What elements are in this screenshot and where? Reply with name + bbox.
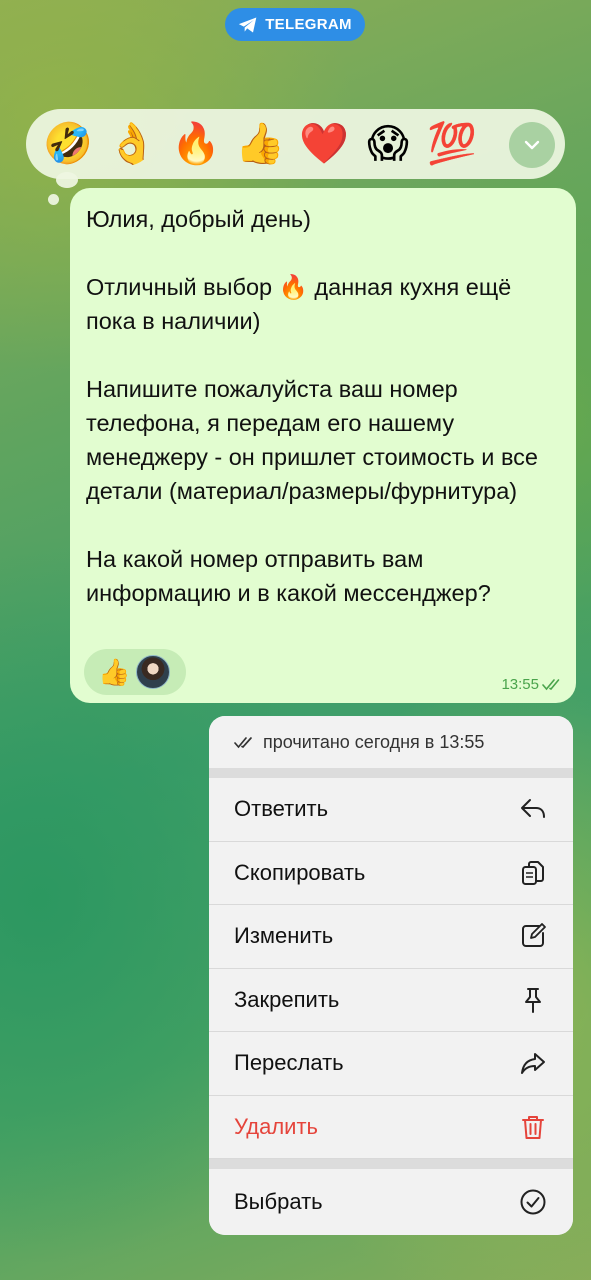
menu-item-select[interactable]: Выбрать — [209, 1169, 573, 1235]
double-check-icon — [542, 679, 560, 691]
select-check-icon — [519, 1188, 547, 1216]
message-time: 13:55 — [501, 676, 539, 693]
reaction-rolling-laughing[interactable]: 🤣 — [36, 112, 100, 176]
copy-icon — [519, 859, 547, 887]
menu-item-pin[interactable]: Закрепить — [209, 968, 573, 1032]
read-status-text: прочитано сегодня в 13:55 — [263, 731, 485, 752]
menu-select-group: Выбрать — [209, 1169, 573, 1235]
message-bubble[interactable]: Юлия, добрый день) Отличный выбор 🔥 данн… — [70, 188, 576, 703]
menu-item-label: Удалить — [234, 1113, 318, 1139]
chevron-down-icon — [524, 140, 540, 150]
menu-item-label: Скопировать — [234, 859, 366, 885]
message-reaction-chip[interactable]: 👍 — [84, 649, 186, 695]
reaction-red-heart[interactable]: ❤️ — [292, 112, 356, 176]
reaction-tail-dot — [56, 172, 78, 188]
menu-item-label: Выбрать — [234, 1189, 323, 1214]
reply-icon — [519, 795, 547, 823]
menu-item-label: Закрепить — [234, 986, 340, 1012]
message-text: Юлия, добрый день) Отличный выбор 🔥 данн… — [86, 206, 538, 606]
reaction-hundred-points[interactable]: 💯 — [420, 112, 484, 176]
reaction-thumbs-up[interactable]: 👍 — [228, 112, 292, 176]
thumbs-up-reaction: 👍 — [98, 657, 131, 687]
message-timestamp: 13:55 — [501, 676, 564, 693]
menu-item-edit[interactable]: Изменить — [209, 905, 573, 969]
menu-item-label: Ответить — [234, 796, 329, 822]
reaction-ok-hand[interactable]: 👌 — [100, 112, 164, 176]
expand-reactions-button[interactable] — [509, 122, 555, 168]
edit-icon — [519, 922, 547, 950]
message-context-menu: прочитано сегодня в 13:55 Ответить Скопи… — [209, 716, 573, 1235]
double-check-icon — [234, 737, 252, 749]
telegram-badge[interactable]: TELEGRAM — [225, 8, 365, 41]
reaction-screaming-face[interactable]: 😱 — [356, 112, 420, 176]
telegram-label: TELEGRAM — [265, 16, 352, 33]
read-receipt: прочитано сегодня в 13:55 — [209, 716, 573, 768]
trash-icon — [519, 1113, 547, 1141]
pin-icon — [519, 986, 547, 1014]
reaction-tail-dot-small — [48, 194, 59, 205]
reaction-picker: 🤣 👌 🔥 👍 ❤️ 😱 💯 — [26, 109, 565, 179]
menu-item-delete[interactable]: Удалить — [209, 1095, 573, 1159]
menu-item-forward[interactable]: Переслать — [209, 1032, 573, 1096]
menu-item-label: Переслать — [234, 1050, 344, 1076]
avatar — [136, 655, 171, 689]
reaction-fire[interactable]: 🔥 — [164, 112, 228, 176]
menu-divider — [209, 1159, 573, 1169]
telegram-plane-icon — [239, 17, 257, 32]
menu-item-copy[interactable]: Скопировать — [209, 841, 573, 905]
menu-divider — [209, 768, 573, 778]
forward-icon — [519, 1049, 547, 1077]
menu-item-reply[interactable]: Ответить — [209, 778, 573, 842]
menu-item-label: Изменить — [234, 923, 334, 949]
